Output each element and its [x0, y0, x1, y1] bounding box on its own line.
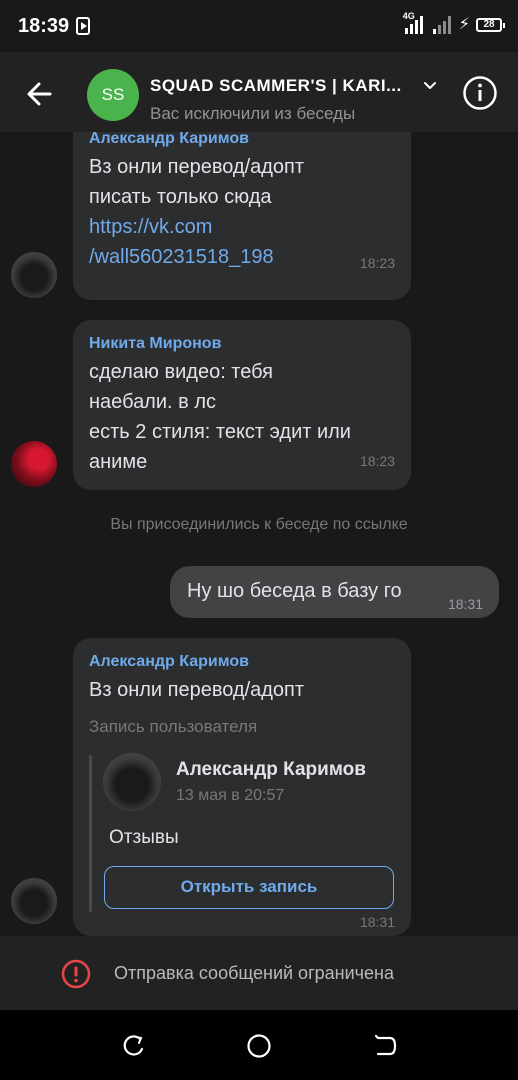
message-text: Вз онли перевод/адопт писать только сюда… — [89, 152, 304, 272]
message-link[interactable]: https://vk.com — [89, 212, 304, 242]
system-navigation-bar — [0, 1010, 518, 1080]
message-bubble[interactable]: Александр Каримов Вз онли перевод/адопт … — [73, 132, 411, 300]
system-message: Вы присоединились к беседе по ссылке — [110, 516, 408, 533]
message-text: сделаю видео: тебя наебали. в лс есть 2 … — [89, 361, 351, 473]
chat-subtitle: Вас исключили из беседы — [150, 104, 356, 123]
info-icon[interactable] — [462, 75, 498, 111]
avatar[interactable] — [11, 441, 57, 487]
home-icon[interactable] — [246, 1033, 272, 1059]
message-time: 18:23 — [359, 255, 395, 271]
message-link[interactable]: /wall560231518_198 — [89, 242, 304, 272]
message-sender[interactable]: Никита Миронов — [89, 335, 221, 353]
message-time: 18:31 — [447, 596, 483, 612]
restriction-text: Отправка сообщений ограничена — [114, 963, 394, 983]
message-time: 18:31 — [359, 914, 395, 930]
charging-icon: ⚡ — [458, 16, 470, 33]
chat-avatar[interactable]: SS — [87, 69, 139, 121]
app-notification-icon — [76, 17, 90, 35]
message-time: 18:23 — [359, 453, 395, 469]
message-sender[interactable]: Александр Каримов — [89, 132, 249, 148]
chat-header: SS SQUAD SCAMMER'S | KARI... Вас исключи… — [0, 52, 518, 132]
my-message-bubble[interactable]: Ну шо беседа в базу го 18:31 — [170, 566, 499, 618]
post-text: Отзывы — [109, 827, 179, 848]
signal-icon — [431, 14, 453, 36]
repost-divider — [89, 755, 92, 912]
post-author-avatar[interactable] — [103, 753, 161, 811]
message-bubble[interactable]: Никита Миронов сделаю видео: тебя наебал… — [73, 320, 411, 490]
back-icon[interactable] — [372, 1033, 398, 1059]
battery-icon: 28 — [476, 18, 505, 32]
avatar[interactable] — [11, 252, 57, 298]
restriction-bar: Отправка сообщений ограничена — [0, 936, 518, 1010]
chevron-down-icon[interactable] — [422, 78, 438, 94]
status-time: 18:39 — [18, 15, 70, 37]
message-bubble[interactable]: Александр Каримов Вз онли перевод/адопт … — [73, 638, 411, 936]
chat-title[interactable]: SQUAD SCAMMER'S | KARI... — [150, 76, 420, 96]
post-author[interactable]: Александр Каримов — [176, 759, 366, 781]
message-feed[interactable]: Александр Каримов Вз онли перевод/адопт … — [0, 132, 518, 936]
signal-4g-icon: 4G — [403, 11, 425, 36]
message-text: Вз онли перевод/адопт — [89, 679, 305, 701]
warning-icon — [61, 959, 91, 989]
status-bar: 18:39 4G ⚡ 28 — [0, 0, 518, 52]
message-sender[interactable]: Александр Каримов — [89, 653, 249, 671]
repost-label: Запись пользователя — [89, 717, 258, 736]
status-icons: 4G ⚡ 28 — [403, 11, 505, 36]
open-post-button[interactable]: Открыть запись — [104, 866, 394, 909]
post-date: 13 мая в 20:57 — [176, 787, 285, 804]
avatar[interactable] — [11, 878, 57, 924]
back-arrow-icon[interactable] — [20, 74, 60, 114]
message-text: Ну шо беседа в базу го — [187, 580, 402, 602]
recent-apps-icon[interactable] — [120, 1033, 146, 1059]
